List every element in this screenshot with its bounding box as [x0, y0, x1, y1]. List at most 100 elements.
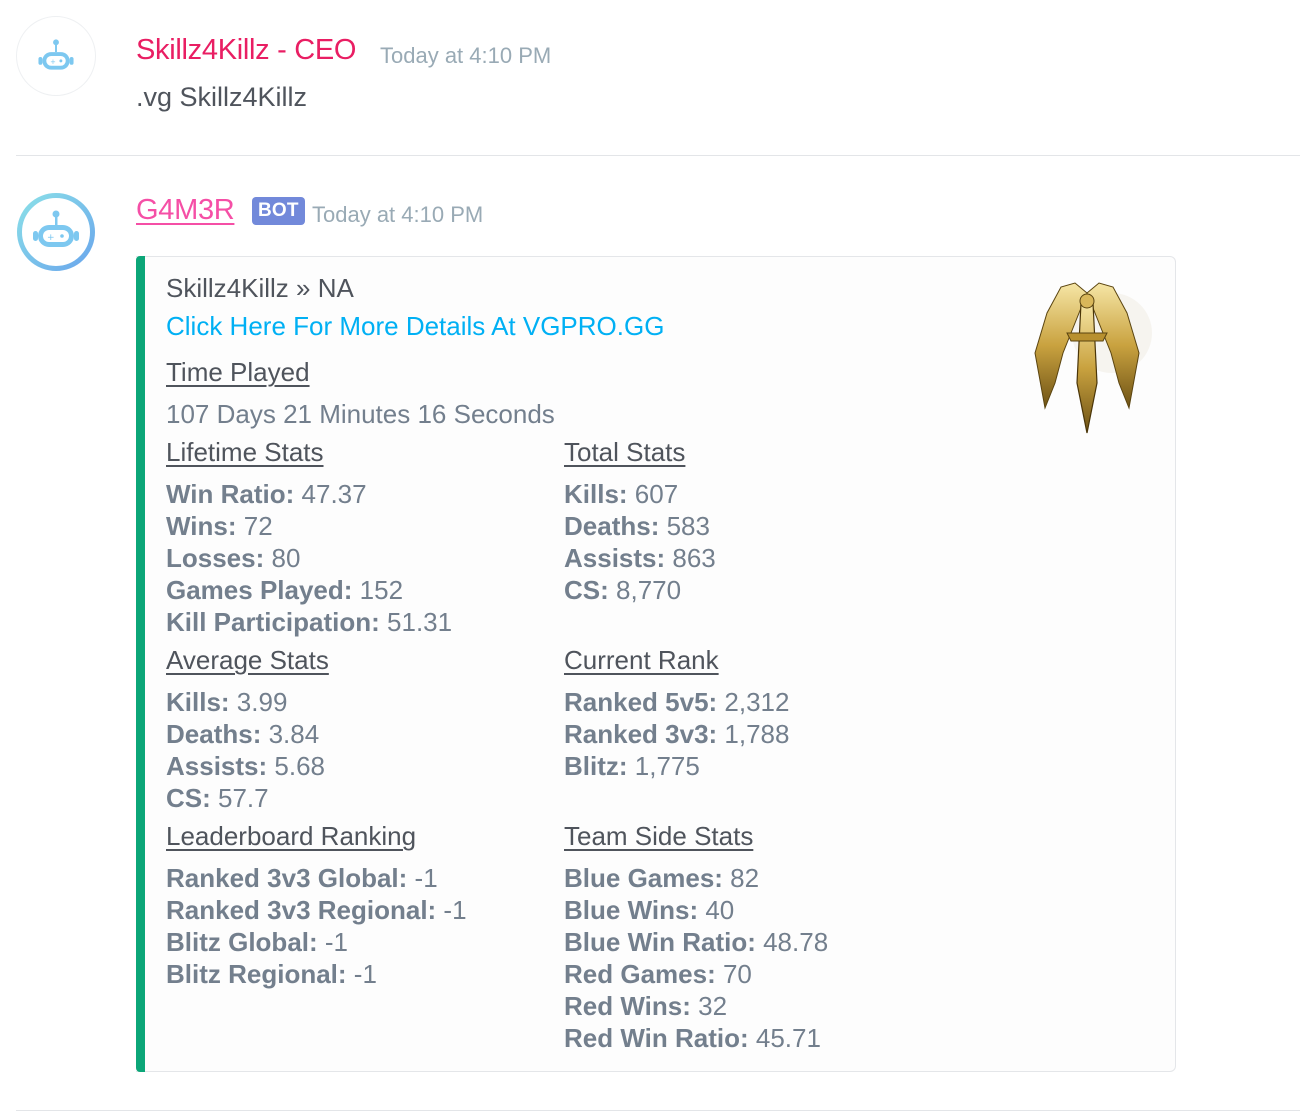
stat-value: 47.37: [294, 479, 367, 509]
field-name-average: Average Stats: [166, 645, 329, 675]
stats-embed: Skillz4Killz » NA Click Here For More De…: [136, 256, 1176, 1072]
message-username[interactable]: Skillz4Killz - CEO: [136, 34, 356, 67]
stat-value: 152: [352, 575, 404, 605]
stat-value: 40: [698, 895, 735, 925]
stat-value: 51.31: [379, 607, 453, 637]
bot-username[interactable]: G4M3R: [136, 194, 235, 227]
stat-line: Blitz: 1,775: [564, 751, 700, 782]
stat-label: Blitz:: [564, 751, 628, 781]
stat-label: Red Win Ratio:: [564, 1023, 749, 1053]
stat-line: Deaths: 583: [564, 511, 710, 542]
stat-line: Blue Wins: 40: [564, 895, 734, 926]
field-name-time-played: Time Played: [166, 357, 310, 387]
stat-label: Losses:: [166, 543, 265, 573]
field-name-rank: Current Rank: [564, 645, 719, 675]
stat-value: 1,775: [627, 751, 700, 781]
stat-value: 607: [627, 479, 679, 509]
message-content: .vg Skillz4Killz: [136, 82, 308, 112]
stat-label: Deaths:: [564, 511, 660, 541]
stat-value: -1: [436, 895, 467, 925]
stat-label: Games Played:: [166, 575, 353, 605]
stat-label: Kills:: [166, 687, 230, 717]
field-name-team-side: Team Side Stats: [564, 821, 754, 851]
stat-line: Blitz Global: -1: [166, 927, 348, 958]
field-value-time-played: 107 Days 21 Minutes 16 Seconds: [166, 399, 555, 429]
stat-label: Ranked 3v3 Global:: [166, 863, 408, 893]
stat-value: -1: [346, 959, 377, 989]
stat-line: Blue Win Ratio: 48.78: [564, 927, 828, 958]
stat-label: Wins:: [166, 511, 237, 541]
stat-value: 583: [659, 511, 710, 541]
stat-line: Ranked 3v3 Regional: -1: [166, 895, 467, 926]
stat-line: Blue Games: 82: [564, 863, 759, 894]
stat-label: Blitz Regional:: [166, 959, 347, 989]
stat-label: Blue Wins:: [564, 895, 699, 925]
stat-value: 32: [690, 991, 728, 1021]
stat-value: -1: [317, 927, 349, 957]
stat-value: 863: [665, 543, 716, 573]
stat-line: Assists: 863: [564, 543, 716, 574]
stat-line: Games Played: 152: [166, 575, 403, 606]
stat-line: Ranked 5v5: 2,312: [564, 687, 789, 718]
stat-line: Red Wins: 32: [564, 991, 727, 1022]
stat-label: Ranked 3v3:: [564, 719, 718, 749]
stat-value: -1: [407, 863, 438, 893]
stat-line: Kill Participation: 51.31: [166, 607, 452, 638]
stat-value: 72: [236, 511, 273, 541]
stat-value: 1,788: [717, 719, 790, 749]
stat-value: 3.99: [229, 687, 288, 717]
stat-value: 8,770: [608, 575, 682, 605]
message-divider: [16, 155, 1300, 156]
stat-label: CS:: [166, 783, 211, 813]
stat-label: Kills:: [564, 479, 628, 509]
user-avatar[interactable]: +: [16, 16, 96, 96]
bot-tag: BOT: [252, 197, 305, 225]
embed-accent-bar: [136, 256, 145, 1072]
field-name-lifetime: Lifetime Stats: [166, 437, 324, 467]
stat-label: Assists:: [564, 543, 666, 573]
stat-label: Kill Participation:: [166, 607, 380, 637]
stat-line: Blitz Regional: -1: [166, 959, 377, 990]
stat-line: Ranked 3v3 Global: -1: [166, 863, 438, 894]
stat-value: 48.78: [755, 927, 829, 957]
stat-value: 3.84: [261, 719, 320, 749]
stat-label: Ranked 5v5:: [564, 687, 718, 717]
stat-label: Assists:: [166, 751, 268, 781]
stat-value: 2,312: [717, 687, 790, 717]
bot-avatar[interactable]: +: [16, 192, 96, 272]
stat-line: Kills: 607: [564, 479, 678, 510]
message-timestamp: Today at 4:10 PM: [312, 202, 484, 227]
svg-text:+: +: [50, 58, 56, 66]
stat-value: 82: [722, 863, 760, 893]
stat-line: Deaths: 3.84: [166, 719, 319, 750]
stat-line: Red Games: 70: [564, 959, 752, 990]
stat-label: Deaths:: [166, 719, 262, 749]
field-name-leaderboard: Leaderboard Ranking: [166, 821, 417, 851]
stat-label: CS:: [564, 575, 609, 605]
stat-label: Blitz Global:: [166, 927, 318, 957]
robot-icon: +: [38, 39, 74, 70]
golden-winged-sword-icon: [1034, 282, 1152, 434]
stat-line: Assists: 5.68: [166, 751, 325, 782]
stat-label: Red Games:: [564, 959, 716, 989]
stat-value: 5.68: [267, 751, 325, 781]
message-timestamp: Today at 4:10 PM: [380, 43, 552, 68]
stat-label: Win Ratio:: [166, 479, 295, 509]
stat-line: Losses: 80: [166, 543, 300, 574]
stat-line: Red Win Ratio: 45.71: [564, 1023, 821, 1054]
stat-label: Red Wins:: [564, 991, 691, 1021]
message-divider: [16, 1110, 1300, 1111]
stat-value: 70: [715, 959, 752, 989]
embed-author: Skillz4Killz » NA: [166, 273, 354, 303]
stat-label: Ranked 3v3 Regional:: [166, 895, 437, 925]
stat-line: Win Ratio: 47.37: [166, 479, 367, 510]
stat-line: Ranked 3v3: 1,788: [564, 719, 789, 750]
field-name-total: Total Stats: [564, 437, 686, 467]
vgpro-link[interactable]: Click Here For More Details At VGPRO.GG: [166, 311, 664, 342]
stat-value: 57.7: [210, 783, 269, 813]
stat-label: Blue Games:: [564, 863, 723, 893]
stat-line: CS: 57.7: [166, 783, 269, 814]
stat-value: 45.71: [748, 1023, 821, 1053]
stat-value: 80: [264, 543, 301, 573]
stat-label: Blue Win Ratio:: [564, 927, 756, 957]
